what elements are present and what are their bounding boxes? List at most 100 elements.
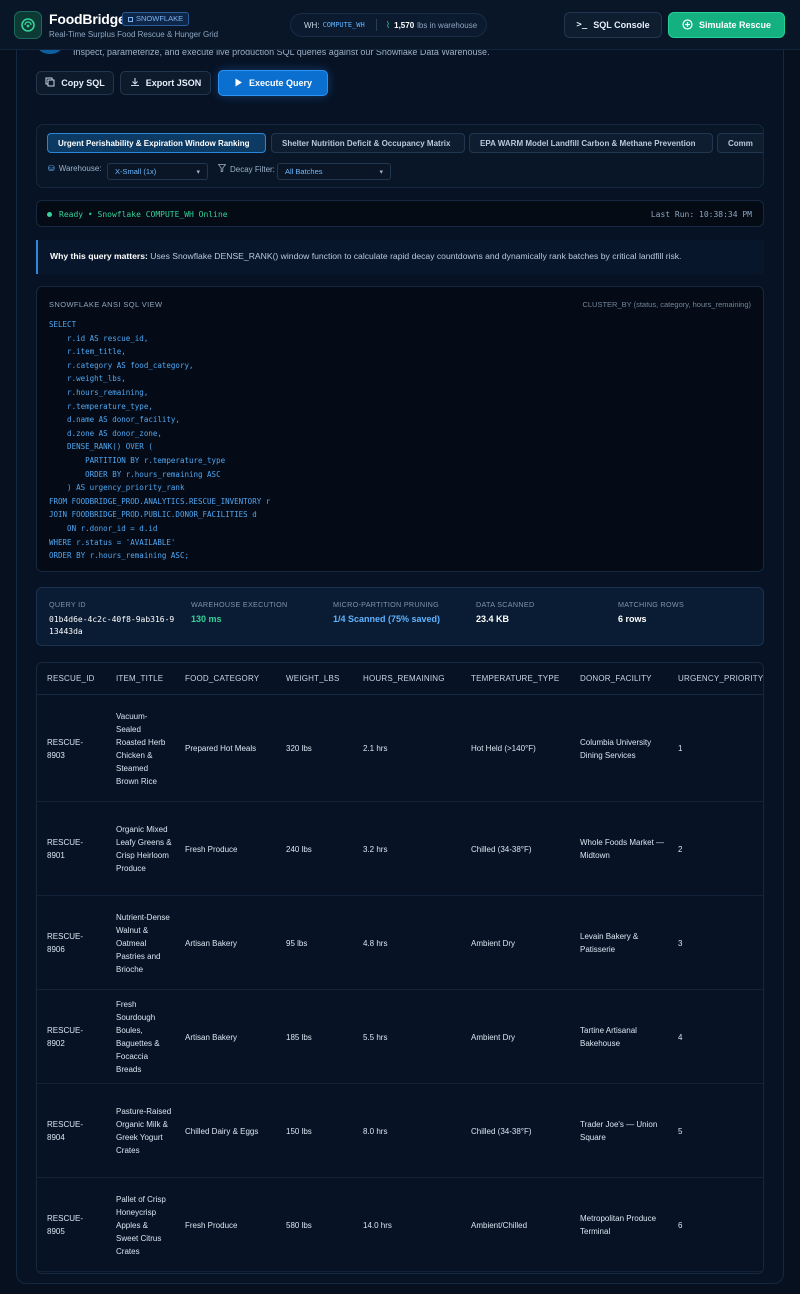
sql-view-header: SNOWFLAKE ANSI SQL VIEW (49, 300, 163, 309)
chevron-down-icon: ▾ (379, 168, 383, 176)
why-text: Uses Snowflake DENSE_RANK() window funct… (150, 251, 682, 261)
table-cell-item: Vacuum-Sealed Roasted Herb Chicken & Ste… (116, 711, 166, 786)
metric-data-scanned: DATA SCANNED 23.4 KB (476, 600, 535, 624)
table-cell-hours: 14.0 hrs (363, 1220, 392, 1230)
table-cell-item: Pasture-Raised Organic Milk & Greek Yogu… (116, 1107, 172, 1155)
table-cell-weight: 580 lbs (286, 1220, 312, 1230)
table-row[interactable]: RESCUE-8905 Pallet of Crisp Honeycrisp Ap… (37, 1178, 763, 1272)
table-cell-item: Organic Mixed Leafy Greens & Crisp Heirl… (116, 825, 172, 873)
play-icon (234, 78, 243, 89)
tab-community[interactable]: Comm (717, 133, 763, 153)
table-cell-category: Prepared Hot Meals (185, 744, 257, 753)
table-cell-weight: 95 lbs (286, 938, 308, 948)
table-cell-rank: 3 (678, 938, 683, 948)
table-cell-rank: 4 (678, 1032, 683, 1042)
query-metrics-bar: QUERY ID 01b4d6e-4c2c-40f8-9ab316-913443… (36, 587, 764, 646)
metric-partition-pruning: MICRO-PARTITION PRUNING 1/4 Scanned (75%… (333, 600, 441, 624)
table-cell-temp: Chilled (34-38°F) (471, 1126, 532, 1136)
column-header[interactable]: ITEM_TITLE (116, 674, 163, 683)
table-cell-temp: Ambient Dry (471, 1032, 516, 1042)
table-cell-donor: Metropolitan Produce Terminal (580, 1214, 657, 1236)
column-header[interactable]: HOURS_REMAINING (363, 674, 445, 683)
table-cell-donor: Tartine Artisanal Bakehouse (580, 1026, 637, 1048)
copy-icon (45, 77, 55, 89)
table-cell-temp: Ambient Dry (471, 938, 516, 948)
table-cell-temp: Chilled (34-38°F) (471, 844, 532, 854)
table-cell-donor: Whole Foods Market — Midtown (580, 838, 665, 860)
tab-shelter-nutrition[interactable]: Shelter Nutrition Deficit & Occupancy Ma… (271, 133, 465, 153)
table-cell-hours: 2.1 hrs (363, 744, 388, 753)
warehouse-filter-label: ⛁ Warehouse: (48, 164, 102, 173)
tab-epa-warm-model[interactable]: EPA WARM Model Landfill Carbon & Methane… (469, 133, 713, 153)
terminal-icon: >_ (576, 20, 588, 30)
table-header: RESCUE_ID ITEM_TITLE FOOD_CATEGORY WEIGH… (37, 663, 763, 695)
query-status-bar: Ready • Snowflake COMPUTE_WH Online Last… (36, 200, 764, 227)
why-title: Why this query matters: (50, 251, 148, 261)
execute-query-button[interactable]: Execute Query (218, 70, 328, 96)
table-cell-item: Fresh Sourdough Boules, Baguettes & Foca… (116, 1000, 160, 1074)
table-cell-category: Fresh Produce (185, 844, 238, 854)
table-row[interactable]: RESCUE-8904 Pasture-Raised Organic Milk &… (37, 1084, 763, 1178)
copy-sql-button[interactable]: Copy SQL (36, 71, 114, 95)
results-table: RESCUE_ID ITEM_TITLE FOOD_CATEGORY WEIGH… (36, 662, 764, 1274)
table-cell-category: Fresh Produce (185, 1220, 238, 1230)
table-cell-item: Pallet of Crisp Honeycrisp Apples & Swee… (116, 1194, 166, 1256)
table-cell-hours: 4.8 hrs (363, 938, 388, 948)
sql-code-view: SNOWFLAKE ANSI SQL VIEW CLUSTER_BY (stat… (36, 286, 764, 572)
warehouse-status-pill: WH: COMPUTE_WH ⌇ 1,570 lbs in warehouse (290, 13, 487, 37)
table-cell-hours: 5.5 hrs (363, 1032, 388, 1042)
warehouse-select[interactable]: X-Small (1x) ▾ (107, 163, 208, 180)
column-header[interactable]: RESCUE_ID (47, 674, 95, 683)
sql-code[interactable]: SELECT r.id AS rescue_id, r.item_title, … (49, 318, 270, 563)
column-header[interactable]: DONOR_FACILITY (580, 674, 652, 683)
table-cell-hours: 3.2 hrs (363, 844, 388, 854)
plus-circle-icon (682, 18, 693, 32)
table-row[interactable]: RESCUE-8903 Vacuum-Sealed Roasted Herb Ch… (37, 695, 763, 802)
column-header[interactable]: URGENCY_PRIORITY (678, 674, 763, 683)
logo-icon (14, 11, 42, 39)
download-icon (130, 77, 140, 89)
table-cell-id: RESCUE-8902 (47, 1026, 84, 1048)
table-cell-temp: Hot Held (>140°F) (471, 744, 536, 753)
table-cell-donor: Trader Joe's — Union Square (580, 1120, 658, 1142)
table-cell-item: Nutrient-Dense Walnut & Oatmeal Pastries… (116, 912, 170, 974)
simulate-rescue-button[interactable]: Simulate Rescue (668, 12, 785, 38)
decay-filter-label: Decay Filter: (217, 164, 275, 174)
table-cell-rank: 6 (678, 1220, 683, 1230)
table-row[interactable]: RESCUE-8906 Nutrient-Dense Walnut & Oatme… (37, 896, 763, 990)
cluster-by-label: CLUSTER_BY (status, category, hours_rema… (582, 300, 751, 309)
query-tabs-panel: Urgent Perishability & Expiration Window… (36, 124, 764, 188)
database-icon (128, 16, 133, 22)
table-cell-category: Artisan Bakery (185, 938, 238, 948)
tab-urgent-perishability[interactable]: Urgent Perishability & Expiration Window… (47, 133, 266, 153)
table-cell-rank: 2 (678, 844, 683, 854)
column-header[interactable]: WEIGHT_LBS (286, 674, 340, 683)
metric-warehouse-execution: WAREHOUSE EXECUTION 130 ms (191, 600, 288, 624)
column-header[interactable]: FOOD_CATEGORY (185, 674, 259, 683)
table-cell-weight: 240 lbs (286, 844, 312, 854)
lbs-count: 1,570 (394, 20, 415, 30)
table-cell-temp: Ambient/Chilled (471, 1220, 528, 1230)
table-cell-donor: Columbia University Dining Services (580, 737, 652, 760)
status-dot-icon (47, 212, 52, 217)
decay-filter-select[interactable]: All Batches ▾ (277, 163, 391, 180)
table-cell-weight: 150 lbs (286, 1126, 312, 1136)
app-name: FoodBridge (49, 11, 126, 27)
database-icon: ⛁ (48, 164, 55, 173)
table-cell-id: RESCUE-8903 (47, 737, 84, 760)
top-bar: FoodBridge SNOWFLAKE Real-Time Surplus F… (0, 0, 800, 50)
export-json-button[interactable]: Export JSON (120, 71, 211, 95)
table-cell-id: RESCUE-8904 (47, 1120, 84, 1142)
why-callout: Why this query matters: Uses Snowflake D… (36, 240, 764, 274)
table-row[interactable]: RESCUE-8902 Fresh Sourdough Boules, Bague… (37, 990, 763, 1084)
column-header[interactable]: TEMPERATURE_TYPE (471, 674, 559, 683)
table-cell-hours: 8.0 hrs (363, 1126, 388, 1136)
table-cell-weight: 185 lbs (286, 1032, 312, 1042)
activity-icon: ⌇ (385, 19, 391, 30)
sql-console-button[interactable]: >_ SQL Console (564, 12, 662, 38)
table-cell-category: Chilled Dairy & Eggs (185, 1126, 259, 1136)
table-cell-weight: 320 lbs (286, 744, 312, 753)
app-tagline: Real-Time Surplus Food Rescue & Hunger G… (49, 30, 219, 39)
table-row[interactable]: RESCUE-8901 Organic Mixed Leafy Greens & … (37, 802, 763, 896)
table-cell-id: RESCUE-8905 (47, 1214, 84, 1236)
